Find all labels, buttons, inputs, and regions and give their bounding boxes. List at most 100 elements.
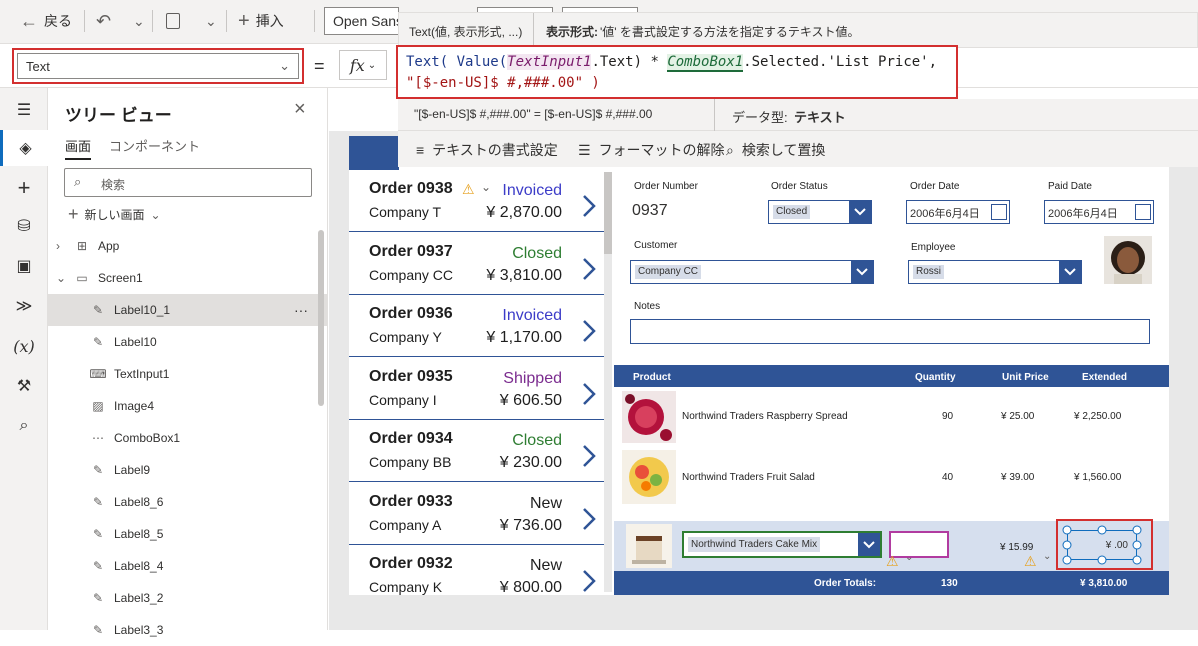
order-amount: ¥ 230.00 <box>499 454 562 471</box>
paid-date-picker[interactable]: 2006年6月4日 <box>1044 200 1154 224</box>
back-button[interactable]: ← 戻る <box>20 0 72 42</box>
order-item[interactable]: Order 0934 Company BB Closed ¥ 230.00 <box>349 420 604 482</box>
layers-icon[interactable]: ◈ <box>0 130 48 166</box>
orders-gallery[interactable]: Order 0938 Company T Invoiced ¥ 2,870.00 ⚠ ⌄ O… <box>349 170 614 595</box>
tree-item-label8_4[interactable]: ✎ Label8_4 <box>48 550 328 582</box>
tree-item-combobox1[interactable]: ⋯ ComboBox1 <box>48 422 328 454</box>
tree-item-app[interactable]: › ⊞ App <box>48 230 328 262</box>
order-number: Order 0935 <box>369 367 453 385</box>
chevron-down-icon: ⌄ <box>205 12 217 29</box>
tree-item-label3_3[interactable]: ✎ Label3_3 <box>48 614 328 646</box>
label-icon: ✎ <box>92 623 104 637</box>
text-format-button[interactable]: ≡ テキストの書式設定 <box>416 140 558 160</box>
find-replace-button[interactable]: ⌕ 検索して置換 <box>726 140 825 160</box>
chevron-right-icon[interactable] <box>582 194 596 218</box>
paste-dropdown[interactable]: ⌄ <box>205 0 217 42</box>
function-signature: Text(値, 表示形式, ...) <box>409 25 523 39</box>
chevron-down-icon: ⌄ <box>1043 551 1052 562</box>
warning-icon: ⚠ <box>886 553 899 569</box>
formula-tooltip: Text(値, 表示形式, ...) 表示形式: '値' を書式設定する方法を指… <box>398 12 1198 49</box>
divider <box>84 10 85 32</box>
order-item[interactable]: Order 0932 Company K New ¥ 800.00 <box>349 545 604 595</box>
tools-icon[interactable]: ⚒ <box>0 368 48 404</box>
variables-icon[interactable]: (x) <box>0 328 48 364</box>
fx-button[interactable]: fx ⌄ <box>339 50 387 80</box>
order-item[interactable]: Order 0936 Company Y Invoiced ¥ 1,170.00 <box>349 295 604 357</box>
order-date-picker[interactable]: 2006年6月4日 <box>906 200 1010 224</box>
gallery-scrollbar-thumb[interactable] <box>604 172 612 254</box>
order-item[interactable]: Order 0938 Company T Invoiced ¥ 2,870.00 ⚠ ⌄ <box>349 170 604 232</box>
tree-item-label9[interactable]: ✎ Label9 <box>48 454 328 486</box>
order-item[interactable]: Order 0937 Company CC Closed ¥ 3,810.00 <box>349 233 604 295</box>
remove-format-icon: ☰ <box>578 141 591 158</box>
product-image <box>626 524 672 568</box>
tree-item-label3_2[interactable]: ✎ Label3_2 <box>48 582 328 614</box>
remove-format-button[interactable]: ☰ フォーマットの解除 <box>578 140 725 160</box>
order-status-dropdown[interactable]: Closed <box>768 200 872 224</box>
undo-dropdown[interactable]: ⌄ <box>133 0 145 42</box>
order-amount: ¥ 800.00 <box>499 579 562 595</box>
employee-dropdown[interactable]: Rossi <box>908 260 1082 284</box>
product-combobox-value: Northwind Traders Cake Mix <box>688 537 821 552</box>
database-icon[interactable]: ⛁ <box>0 208 48 244</box>
divider <box>152 10 153 32</box>
insert-button[interactable]: + 挿入 <box>238 0 284 42</box>
tree-item-label8_5[interactable]: ✎ Label8_5 <box>48 518 328 550</box>
product-extended: ¥ 2,250.00 <box>1074 411 1122 422</box>
screen-icon: ▭ <box>76 271 88 285</box>
media-icon[interactable]: ▣ <box>0 248 48 284</box>
order-status: New <box>529 557 562 574</box>
order-item[interactable]: Order 0933 Company A New ¥ 736.00 <box>349 483 604 545</box>
chevron-right-icon[interactable] <box>582 257 596 281</box>
chevron-down-icon[interactable]: ⌄ <box>56 271 68 285</box>
chevron-right-icon[interactable] <box>582 382 596 406</box>
automate-icon[interactable]: ≫ <box>0 288 48 324</box>
order-status: Shipped <box>503 369 562 387</box>
tree-item-textinput1[interactable]: ⌨ TextInput1 <box>48 358 328 390</box>
order-item[interactable]: Order 0935 Company I Shipped ¥ 606.50 <box>349 358 604 420</box>
tree-view-panel: ツリー ビュー × 画面 コンポーネント ⌕ 検索 + 新しい画面 ⌄ › ⊞ Ap… <box>48 88 328 637</box>
calendar-icon[interactable] <box>1135 204 1151 220</box>
chevron-right-icon[interactable] <box>582 444 596 468</box>
property-selector[interactable]: Text ⌄ <box>17 53 299 79</box>
tree-item-label: Screen1 <box>98 271 143 285</box>
undo-button[interactable]: ↶ <box>96 0 111 42</box>
more-options-icon[interactable]: ··· <box>294 302 308 318</box>
customer-dropdown[interactable]: Company CC <box>630 260 874 284</box>
insert-plus-icon[interactable]: + <box>0 170 48 206</box>
undo-icon: ↶ <box>96 10 112 31</box>
tree-item-label: App <box>98 239 120 253</box>
paste-button[interactable] <box>166 0 180 42</box>
order-status: Invoiced <box>502 182 562 199</box>
chevron-right-icon[interactable]: › <box>56 239 68 253</box>
selection-handles[interactable] <box>1060 523 1144 567</box>
chevron-down-icon: ⌄ <box>905 552 914 563</box>
order-number: Order 0934 <box>369 430 453 447</box>
tab-components[interactable]: コンポーネント <box>109 136 200 155</box>
tree-item-label10_1[interactable]: ✎ Label10_1 ··· <box>48 294 328 326</box>
calendar-icon[interactable] <box>991 204 1007 220</box>
tree-scrollbar[interactable] <box>318 230 324 406</box>
product-combobox[interactable]: Northwind Traders Cake Mix <box>682 531 882 558</box>
search-icon[interactable]: ⌕ <box>0 408 48 444</box>
data-type-label: データ型: <box>732 110 788 125</box>
tree-view-title: ツリー ビュー <box>65 106 172 125</box>
label-icon: ✎ <box>92 527 104 541</box>
close-icon[interactable]: × <box>294 98 306 121</box>
chevron-right-icon[interactable] <box>582 319 596 343</box>
tree-item-label8_6[interactable]: ✎ Label8_6 <box>48 486 328 518</box>
tree-item-screen1[interactable]: ⌄ ▭ Screen1 <box>48 262 328 294</box>
search-box[interactable]: ⌕ 検索 <box>64 168 312 197</box>
font-selector[interactable]: Open Sans <box>324 7 399 35</box>
new-screen-button[interactable]: + 新しい画面 ⌄ <box>68 204 161 225</box>
tab-screens[interactable]: 画面 <box>65 136 92 160</box>
notes-input[interactable] <box>630 319 1150 344</box>
formula-editor[interactable]: Text( Value(TextInput1.Text) * ComboBox1… <box>396 45 958 99</box>
divider <box>226 10 227 32</box>
tree-item-image4[interactable]: ▨ Image4 <box>48 390 328 422</box>
tree-item-label10[interactable]: ✎ Label10 <box>48 326 328 358</box>
menu-icon[interactable]: ☰ <box>0 92 48 128</box>
gallery-scrollbar-track[interactable] <box>604 172 612 592</box>
chevron-right-icon[interactable] <box>582 569 596 593</box>
chevron-right-icon[interactable] <box>582 507 596 531</box>
